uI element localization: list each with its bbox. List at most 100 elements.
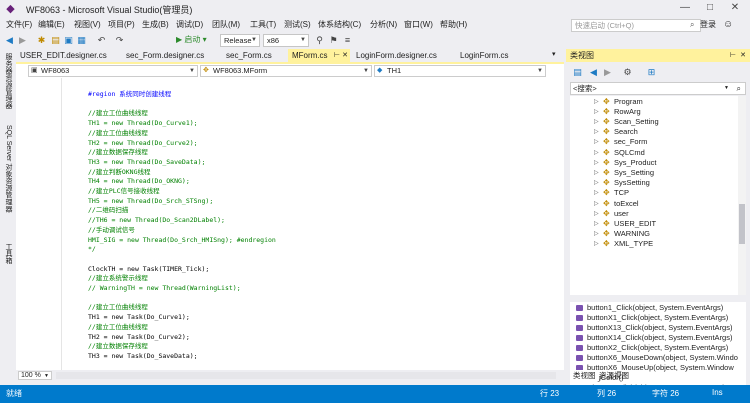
- comment-icon[interactable]: ≡: [342, 34, 353, 46]
- menu-help[interactable]: 帮助(H): [440, 18, 467, 32]
- tree-scrollbar-thumb[interactable]: [739, 204, 745, 244]
- menu-view[interactable]: 视图(V): [74, 18, 101, 32]
- code-editor[interactable]: #region 系统同时创建线程//建立工位曲线线程 TH1 = new Thre…: [16, 78, 564, 370]
- tree-item[interactable]: ▷ ✥ sec_Form: [570, 137, 738, 147]
- expand-arrow-icon[interactable]: ▷: [594, 127, 599, 137]
- tree-item[interactable]: ▷ ✥ SysSetting: [570, 178, 738, 188]
- rail-tab-sql-server-explorer[interactable]: SQL Server 对象资源管理器: [2, 125, 13, 212]
- tab-mform[interactable]: MForm.cs ⊢ ✕: [288, 49, 350, 62]
- class-dropdown[interactable]: ✥ WF8063.MForm ▼: [200, 65, 372, 77]
- member-item[interactable]: buttonX2_Click(object, System.EventArgs): [570, 343, 746, 353]
- menu-build[interactable]: 生成(B): [142, 18, 169, 32]
- tree-item[interactable]: ▷ ✥ Program: [570, 97, 738, 107]
- tab-resource-view[interactable]: 资源视图: [596, 370, 632, 381]
- expand-arrow-icon[interactable]: ▷: [594, 178, 599, 188]
- tree-item[interactable]: ▷ ✥ RowArg: [570, 107, 738, 117]
- find-icon[interactable]: ⚲: [314, 34, 325, 46]
- expand-arrow-icon[interactable]: ▷: [594, 229, 599, 239]
- tab-loginform[interactable]: LoginForm.cs: [456, 49, 524, 62]
- tab-sec-form-designer[interactable]: sec_Form.designer.cs: [122, 49, 222, 62]
- view-icon[interactable]: ⊞: [646, 66, 657, 78]
- tab-loginform-designer[interactable]: LoginForm.designer.cs: [352, 49, 456, 62]
- search-icon[interactable]: ⌕: [737, 83, 741, 94]
- expand-arrow-icon[interactable]: ▷: [594, 148, 599, 158]
- zoom-dropdown[interactable]: 100 % ▼: [18, 371, 52, 380]
- member-item[interactable]: buttonX13_Click(object, System.EventArgs…: [570, 323, 746, 333]
- tab-sec-form[interactable]: sec_Form.cs: [222, 49, 288, 62]
- search-icon[interactable]: ⌕: [690, 20, 694, 30]
- forward-icon[interactable]: ▶: [17, 34, 28, 46]
- close-tab-icon[interactable]: ✕: [342, 49, 348, 62]
- tree-item[interactable]: ▷ ✥ USER_EDIT: [570, 219, 738, 229]
- expand-arrow-icon[interactable]: ▷: [594, 209, 599, 219]
- platform-dropdown[interactable]: x86 ▼: [263, 34, 309, 47]
- member-item[interactable]: button1_Click(object, System.EventArgs): [570, 303, 746, 313]
- redo-icon[interactable]: ↷: [114, 34, 125, 46]
- close-button[interactable]: ✕: [728, 1, 742, 15]
- sign-in-link[interactable]: 登录: [700, 18, 716, 32]
- menu-debug[interactable]: 调试(D): [176, 18, 203, 32]
- expand-arrow-icon[interactable]: ▷: [594, 219, 599, 229]
- tree-item[interactable]: ▷ ✥ XML_TYPE: [570, 239, 738, 249]
- tree-item[interactable]: ▷ ✥ WARNING: [570, 229, 738, 239]
- menu-window[interactable]: 窗口(W): [404, 18, 433, 32]
- member-item[interactable]: buttonX1_Click(object, System.EventArgs): [570, 313, 746, 323]
- menu-architecture[interactable]: 体系结构(C): [318, 18, 361, 32]
- new-project-icon[interactable]: ✱: [36, 34, 47, 46]
- tab-user-edit-designer[interactable]: USER_EDIT.designer.cs: [16, 49, 122, 62]
- tab-overflow-icon[interactable]: ▾: [552, 50, 556, 58]
- expand-arrow-icon[interactable]: ▷: [594, 239, 599, 249]
- menu-team[interactable]: 团队(M): [212, 18, 240, 32]
- feedback-smile-icon[interactable]: ☺: [723, 18, 733, 32]
- tab-class-view[interactable]: 类视图: [570, 370, 599, 381]
- rail-tab-toolbox[interactable]: 工具箱: [2, 243, 13, 264]
- tree-item[interactable]: ▷ ✥ Sys_Product: [570, 158, 738, 168]
- close-icon[interactable]: ✕: [740, 49, 746, 62]
- tree-item[interactable]: ▷ ✥ TCP: [570, 188, 738, 198]
- tree-item[interactable]: ▷ ✥ user: [570, 209, 738, 219]
- back-icon[interactable]: ◀: [588, 66, 599, 78]
- save-all-icon[interactable]: ▦: [76, 34, 87, 46]
- minimize-button[interactable]: —: [678, 1, 692, 15]
- tree-scrollbar[interactable]: [738, 96, 746, 295]
- undo-icon[interactable]: ↶: [96, 34, 107, 46]
- menu-tools[interactable]: 工具(T): [250, 18, 276, 32]
- class-view-search-input[interactable]: <搜索> ▼ ⌕: [570, 82, 746, 95]
- tree-item[interactable]: ▷ ✥ Sys_Setting: [570, 168, 738, 178]
- bookmark-icon[interactable]: ⚑: [328, 34, 339, 46]
- menu-project[interactable]: 项目(P): [108, 18, 135, 32]
- save-icon[interactable]: ▣: [63, 34, 74, 46]
- maximize-button[interactable]: □: [703, 1, 717, 15]
- open-icon[interactable]: ▤: [50, 34, 61, 46]
- menu-test[interactable]: 测试(S): [284, 18, 311, 32]
- tree-item[interactable]: ▷ ✥ Search: [570, 127, 738, 137]
- rail-tab-server-explorer[interactable]: 服务器资源管理器: [2, 53, 13, 109]
- configuration-dropdown[interactable]: Release ▼: [220, 34, 260, 47]
- expand-arrow-icon[interactable]: ▷: [594, 137, 599, 147]
- expand-arrow-icon[interactable]: ▷: [594, 188, 599, 198]
- tree-item[interactable]: ▷ ✥ toExcel: [570, 199, 738, 209]
- horizontal-scrollbar[interactable]: [56, 372, 556, 379]
- expand-arrow-icon[interactable]: ▷: [594, 158, 599, 168]
- settings-icon[interactable]: ⚙: [622, 66, 633, 78]
- start-debug-button[interactable]: ▶ 启动 ▾: [176, 34, 207, 46]
- pin-icon[interactable]: ⊢: [730, 49, 736, 62]
- tree-item[interactable]: ▷ ✥ SQLCmd: [570, 148, 738, 158]
- back-icon[interactable]: ◀: [4, 34, 15, 46]
- menu-edit[interactable]: 编辑(E): [38, 18, 65, 32]
- pin-icon[interactable]: ⊢: [334, 49, 340, 62]
- expand-arrow-icon[interactable]: ▷: [594, 107, 599, 117]
- tree-item[interactable]: ▷ ✥ Scan_Setting: [570, 117, 738, 127]
- project-dropdown[interactable]: ▣ WF8063 ▼: [28, 65, 198, 77]
- member-item[interactable]: buttonX14_Click(object, System.EventArgs…: [570, 333, 746, 343]
- menu-file[interactable]: 文件(F): [6, 18, 32, 32]
- member-dropdown[interactable]: ◆ TH1 ▼: [374, 65, 546, 77]
- forward-icon[interactable]: ▶: [602, 66, 613, 78]
- expand-arrow-icon[interactable]: ▷: [594, 168, 599, 178]
- new-folder-icon[interactable]: ▤: [572, 66, 583, 78]
- menu-analyze[interactable]: 分析(N): [370, 18, 397, 32]
- expand-arrow-icon[interactable]: ▷: [594, 199, 599, 209]
- expand-arrow-icon[interactable]: ▷: [594, 97, 599, 107]
- member-item[interactable]: buttonX6_MouseDown(object, System.Windo: [570, 353, 746, 363]
- quick-launch-input[interactable]: 快速启动 (Ctrl+Q): [571, 19, 701, 32]
